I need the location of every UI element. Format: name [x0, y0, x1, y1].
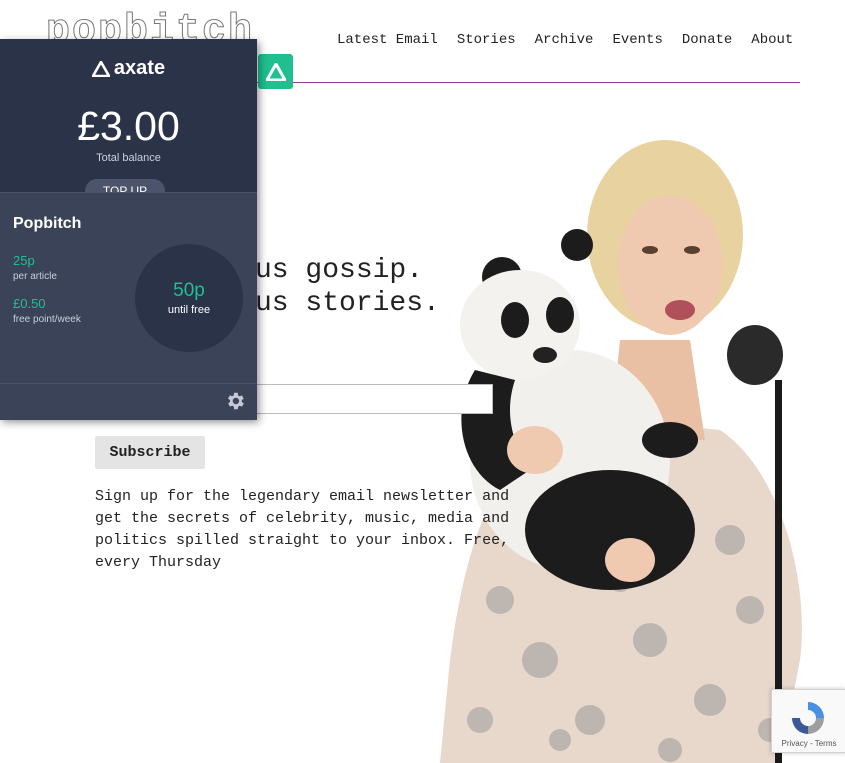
until-free-label: until free [167, 304, 211, 316]
main-nav: Latest Email Stories Archive Events Dona… [337, 32, 793, 48]
axate-publication-section: Popbitch 25p per article £0.50 free poin… [0, 192, 257, 420]
nav-about[interactable]: About [751, 32, 793, 48]
recaptcha-icon [792, 702, 824, 734]
axate-badge-icon[interactable] [258, 54, 293, 89]
axate-balance-section: axate £3.00 Total balance TOP UP [0, 39, 257, 203]
nav-events[interactable]: Events [612, 32, 662, 48]
nav-donate[interactable]: Donate [682, 32, 732, 48]
newsletter-blurb: Sign up for the legendary email newslett… [95, 488, 510, 571]
publication-name: Popbitch [13, 215, 82, 232]
article-price: 25p [13, 253, 35, 268]
nav-divider [256, 82, 800, 83]
free-point-label: free point/week [13, 314, 81, 325]
nav-archive[interactable]: Archive [535, 32, 594, 48]
nav-latest-email[interactable]: Latest Email [337, 32, 438, 48]
until-free-value: 50p [173, 280, 205, 301]
axate-brand-name: axate [113, 57, 166, 79]
article-price-label: per article [13, 271, 57, 282]
recaptcha-badge[interactable]: Privacy - Terms [771, 689, 845, 753]
hero-image [440, 140, 802, 763]
headline-line-1: us gossip. [255, 255, 424, 286]
free-point-value: £0.50 [13, 296, 46, 311]
axate-footer [0, 383, 257, 420]
until-free-circle: 50p until free [135, 244, 243, 352]
email-field[interactable] [255, 384, 493, 414]
subscribe-button[interactable]: Subscribe [95, 436, 205, 469]
axate-logo-icon [91, 60, 110, 77]
headline-line-2: us stories. [255, 288, 440, 319]
gear-icon[interactable] [224, 390, 246, 412]
balance-label: Total balance [96, 152, 161, 164]
hero-headline: us gossip. us stories. [255, 254, 440, 320]
axate-logo: axate [0, 57, 257, 80]
nav-stories[interactable]: Stories [457, 32, 516, 48]
axate-wallet-panel: axate £3.00 Total balance TOP UP Popbitc… [0, 39, 257, 420]
balance-amount: £3.00 [77, 103, 180, 149]
recaptcha-terms[interactable]: Privacy - Terms [772, 739, 845, 748]
